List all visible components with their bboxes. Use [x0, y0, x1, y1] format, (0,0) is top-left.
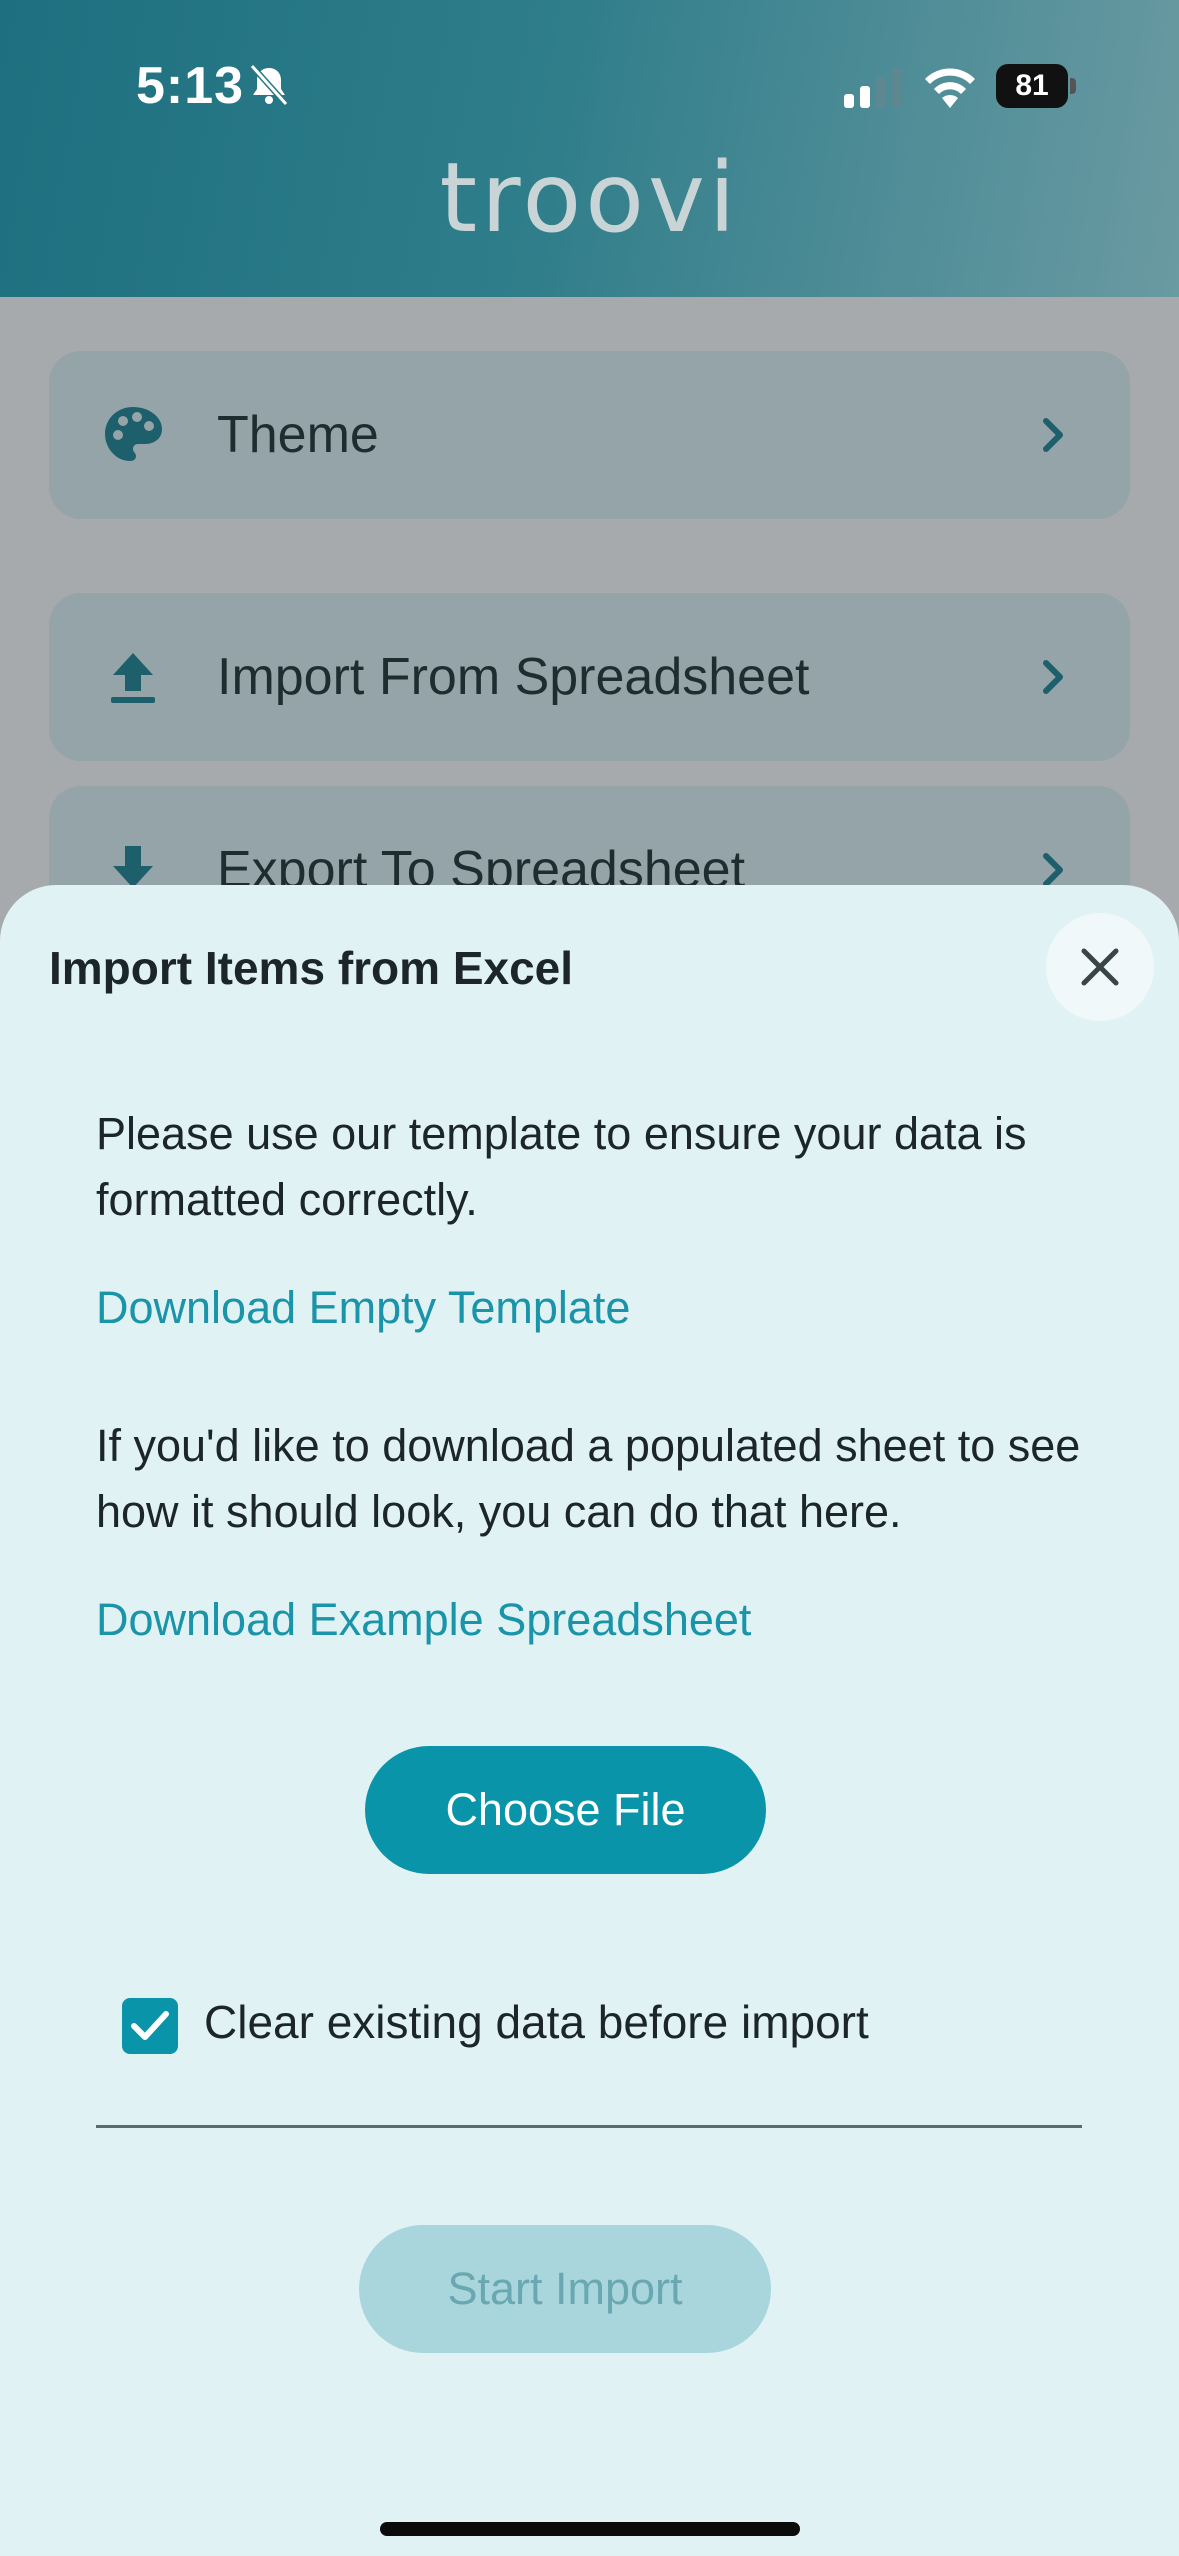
- chevron-right-icon: [1043, 660, 1063, 694]
- checkmark-icon: [131, 2011, 169, 2040]
- battery-level: 81: [996, 64, 1068, 108]
- wifi-icon: [925, 68, 975, 108]
- app-logo: troovi: [439, 142, 740, 254]
- start-import-button[interactable]: Start Import: [359, 2225, 771, 2353]
- example-text: If you'd like to download a populated sh…: [96, 1420, 1081, 1537]
- upload-icon: [111, 653, 155, 703]
- menu-item-label: Import From Spreadsheet: [217, 648, 810, 706]
- sheet-title: Import Items from Excel: [49, 942, 574, 994]
- home-indicator: [380, 2522, 800, 2536]
- clear-data-checkbox[interactable]: [122, 1998, 178, 2054]
- menu-item-theme[interactable]: Theme: [49, 351, 1130, 519]
- status-time: 5:13: [136, 57, 245, 115]
- chevron-right-icon: [1043, 418, 1063, 452]
- screen: 5:13 81 troovi Theme Import From Spreads…: [0, 0, 1179, 2556]
- import-bottom-sheet: Import Items from Excel Please use our t…: [0, 885, 1179, 2556]
- download-example-spreadsheet-link[interactable]: Download Example Spreadsheet: [96, 1594, 751, 1646]
- app-header: 5:13 81 troovi: [0, 0, 1179, 297]
- signal-icon: [844, 68, 902, 108]
- close-icon: [1081, 948, 1119, 986]
- menu-item-label: Theme: [217, 406, 379, 464]
- download-empty-template-link[interactable]: Download Empty Template: [96, 1282, 630, 1334]
- intro-text: Please use our template to ensure your d…: [96, 1108, 1027, 1225]
- battery-icon: 81: [996, 64, 1076, 108]
- divider: [96, 2125, 1082, 2128]
- choose-file-button[interactable]: Choose File: [365, 1746, 766, 1874]
- battery-cap: [1070, 78, 1076, 94]
- palette-icon: [105, 407, 162, 461]
- bell-slash-icon: [249, 63, 289, 107]
- menu-item-import[interactable]: Import From Spreadsheet: [49, 593, 1130, 761]
- close-button[interactable]: [1046, 913, 1154, 1021]
- clear-data-label[interactable]: Clear existing data before import: [204, 1995, 869, 2049]
